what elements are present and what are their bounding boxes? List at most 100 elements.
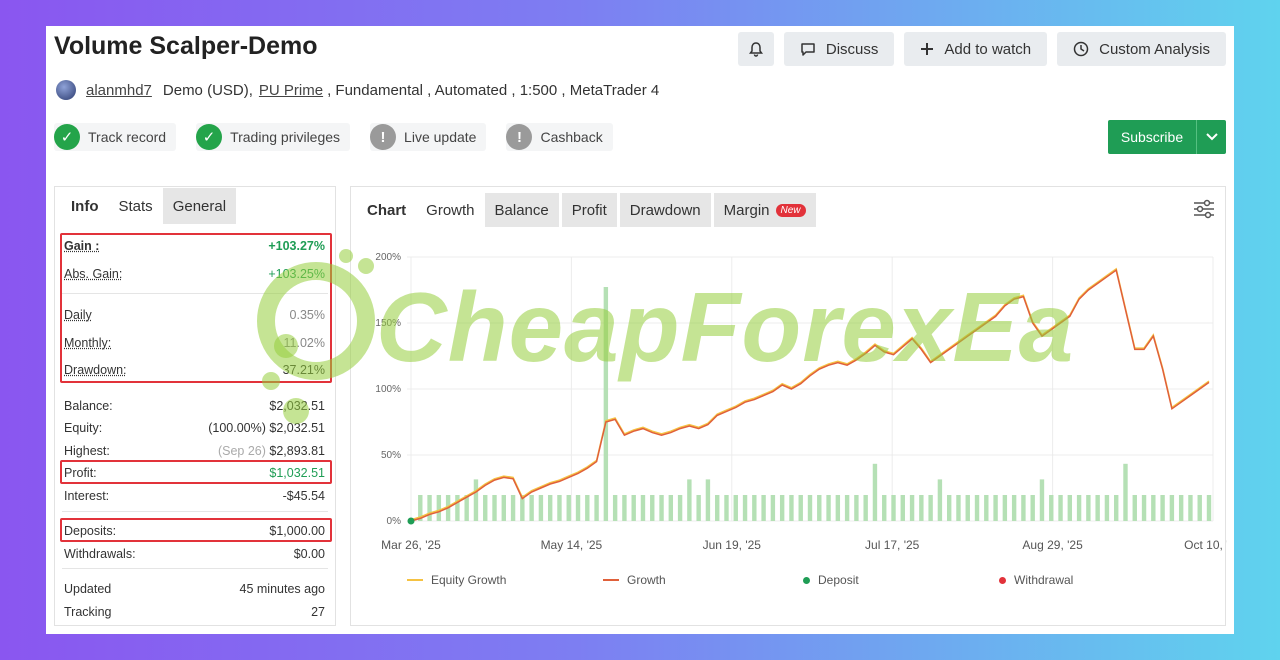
volume-bar (1141, 495, 1147, 521)
deposits-label: Deposits: (64, 524, 117, 538)
volume-bar (1132, 495, 1137, 521)
volume-bar (538, 495, 544, 521)
tab-growth[interactable]: Growth (416, 193, 484, 227)
volume-bar (724, 495, 729, 521)
y-tick-label: 100% (375, 384, 401, 395)
volume-bar (594, 495, 599, 521)
legend-withdrawal[interactable]: Withdrawal (999, 573, 1073, 587)
volume-bar (659, 495, 664, 521)
withdrawals-label: Withdrawals: (64, 547, 136, 561)
settings-sliders-icon[interactable] (1193, 199, 1215, 219)
add-to-watch-button[interactable]: Add to watch (904, 32, 1048, 66)
volume-bar (919, 495, 924, 521)
y-tick-label: 200% (375, 252, 401, 263)
legend-label: Equity Growth (431, 573, 507, 587)
volume-bar (1169, 495, 1175, 521)
info-panel: Info Stats General Gain : +103.27% Abs. G… (54, 186, 336, 626)
volume-bar (872, 463, 878, 521)
volume-bar (965, 495, 970, 521)
updated-value: 45 minutes ago (239, 582, 325, 596)
subscribe-button[interactable]: Subscribe (1108, 120, 1226, 154)
x-tick-label: Aug 29, '25 (1022, 538, 1083, 552)
legend-label: Deposit (818, 573, 859, 587)
volume-bar (974, 495, 980, 521)
volume-bar (937, 479, 943, 521)
balance-label: Balance: (64, 399, 113, 413)
volume-bar (817, 495, 822, 521)
account-details: alanmhd7 Demo (USD), PU Prime , Fundamen… (56, 80, 659, 100)
legend-label: Growth (627, 573, 666, 587)
abs-gain-value: +103.25% (268, 267, 325, 281)
tab-info[interactable]: Info (61, 188, 109, 224)
subscribe-label: Subscribe (1120, 129, 1184, 145)
badge-label: Live update (404, 129, 477, 145)
volume-bar (798, 495, 803, 521)
volume-bar (668, 495, 674, 521)
profit-label: Profit: (64, 466, 97, 480)
highest-date: (Sep 26) (217, 444, 266, 458)
check-icon: ✓ (54, 124, 80, 150)
volume-bar (1206, 495, 1212, 521)
chart-heading: Chart (367, 201, 407, 219)
highest-value: $2,893.81 (269, 444, 325, 458)
volume-bar (1011, 495, 1017, 521)
custom-analysis-button[interactable]: Custom Analysis (1057, 32, 1226, 66)
volume-bar (622, 495, 627, 521)
volume-bar (900, 495, 905, 521)
volume-bar (928, 495, 933, 521)
chevron-down-icon[interactable] (1196, 120, 1226, 154)
divider (62, 293, 328, 294)
volume-bar (1086, 495, 1091, 521)
volume-bar (715, 495, 720, 521)
tab-general[interactable]: General (162, 188, 237, 224)
interest-value: -$45.54 (282, 489, 325, 503)
tab-margin[interactable]: Margin New (713, 193, 816, 227)
gain-label: Gain : (64, 239, 100, 253)
volume-bar (807, 495, 813, 521)
volume-bar (733, 495, 738, 521)
volume-bar (946, 495, 952, 521)
volume-bar (575, 495, 581, 521)
equity-value: $2,032.51 (269, 421, 325, 435)
x-tick-label: Oct 10, '25 (1184, 538, 1227, 552)
broker-link[interactable]: PU Prime (259, 82, 323, 99)
volume-bar (455, 495, 460, 521)
volume-bar (844, 495, 850, 521)
tab-drawdown[interactable]: Drawdown (619, 193, 711, 227)
volume-bar (1160, 495, 1165, 521)
interest-label: Interest: (64, 489, 110, 503)
legend-growth[interactable]: Growth (603, 573, 666, 587)
volume-bar (835, 495, 841, 521)
volume-bar (687, 479, 692, 521)
tab-stats[interactable]: Stats (109, 188, 163, 224)
notification-button[interactable] (737, 32, 774, 66)
chart-tabs: Chart Growth Balance Profit Drawdown Mar… (357, 193, 819, 227)
volume-bar (510, 495, 516, 521)
volume-bar (705, 479, 711, 521)
y-tick-label: 0% (387, 516, 402, 527)
volume-bar (770, 495, 776, 521)
balance-value: $2,032.51 (269, 399, 325, 413)
volume-bar (1178, 495, 1184, 521)
volume-bar (863, 495, 868, 521)
volume-bar (557, 495, 562, 521)
tab-balance[interactable]: Balance (484, 193, 559, 227)
volume-bar (483, 495, 488, 521)
tracking-label: Tracking (64, 605, 112, 619)
volume-bar (882, 495, 887, 521)
profit-value: $1,032.51 (269, 466, 325, 480)
page-title: Volume Scalper-Demo (54, 32, 318, 60)
volume-bar (612, 495, 618, 521)
user-link[interactable]: alanmhd7 (86, 82, 152, 99)
discuss-button[interactable]: Discuss (783, 32, 895, 66)
volume-bar (752, 495, 757, 521)
badge-label: Trading privileges (230, 129, 341, 145)
legend-equity-growth[interactable]: Equity Growth (407, 573, 506, 587)
tab-profit[interactable]: Profit (561, 193, 617, 227)
highest-label: Highest: (64, 444, 110, 458)
clock-icon (1073, 41, 1089, 57)
x-tick-label: Jul 17, '25 (865, 538, 920, 552)
x-tick-label: Jun 19, '25 (703, 538, 762, 552)
legend-deposit[interactable]: Deposit (803, 573, 859, 587)
volume-bar (993, 495, 998, 521)
